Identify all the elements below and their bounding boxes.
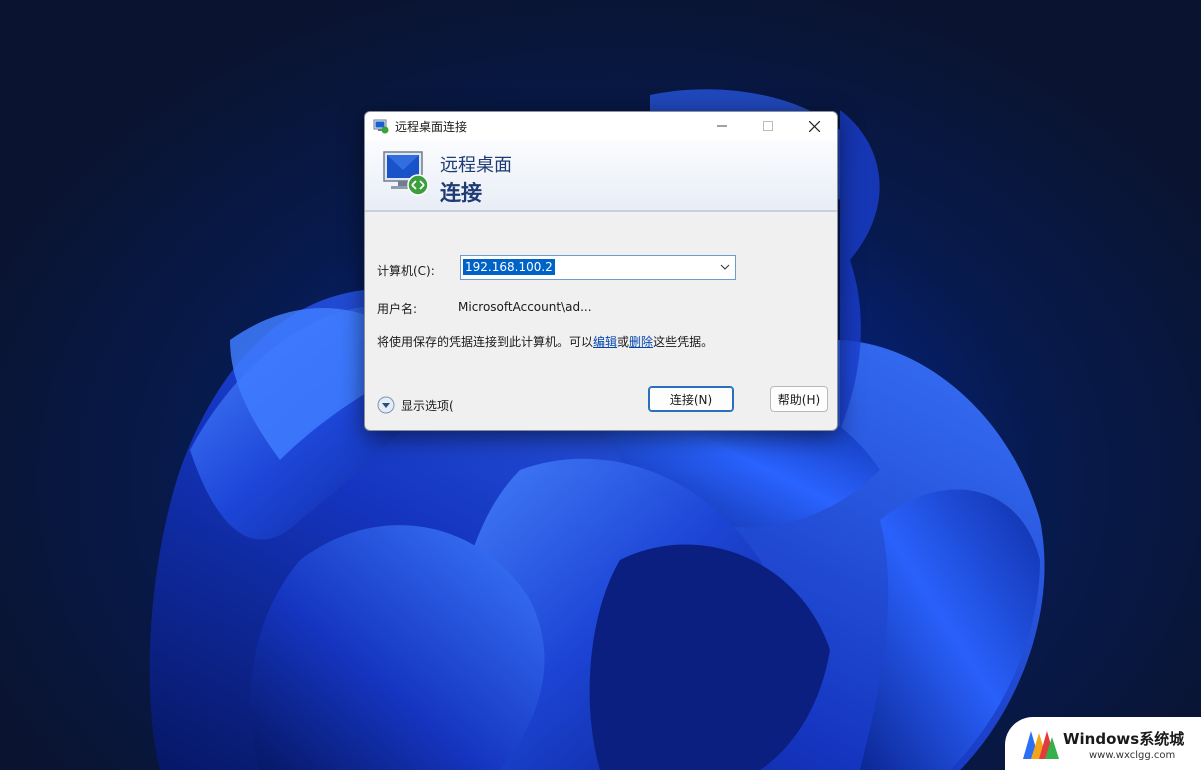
maximize-icon [763,121,773,131]
remote-desktop-dialog: 远程桌面连接 远程桌面 连接 计算机(C): 192.168.100.2 用户名… [364,111,838,431]
remote-desktop-monitor-icon [383,151,429,196]
remote-desktop-app-icon [373,119,389,134]
credentials-info-prefix: 将使用保存的凭据连接到此计算机。可以 [377,335,594,349]
site-watermark: Windows系统城 www.wxclgg.com [1005,717,1201,770]
dialog-banner: 远程桌面 连接 [365,140,837,212]
connect-button[interactable]: 连接(N) [648,386,734,412]
banner-title-line2: 连接 [440,181,482,205]
edit-credentials-link[interactable]: 编辑 [593,335,617,349]
show-options-label[interactable]: 显示选项( [401,397,454,414]
computer-combobox[interactable]: 192.168.100.2 [460,255,736,280]
close-icon [808,120,820,132]
help-button[interactable]: 帮助(H) [770,386,828,412]
chevron-down-icon[interactable] [719,261,731,273]
banner-title-line1: 远程桌面 [440,155,512,176]
window-title: 远程桌面连接 [395,120,468,134]
maximize-button[interactable] [745,112,791,140]
watermark-url: www.wxclgg.com [1089,750,1176,761]
computer-input-value[interactable]: 192.168.100.2 [463,259,555,275]
watermark-title: Windows系统城 [1063,730,1185,748]
desktop-background: 远程桌面连接 远程桌面 连接 计算机(C): 192.168.100.2 用户名… [0,0,1201,770]
minimize-icon [717,125,727,127]
username-label: 用户名: [377,302,418,316]
title-bar[interactable]: 远程桌面连接 [365,112,837,140]
close-button[interactable] [791,112,837,140]
credentials-or-text: 或 [617,335,630,349]
delete-credentials-link[interactable]: 删除 [629,335,653,349]
credentials-info: 将使用保存的凭据连接到此计算机。可以编辑或删除这些凭据。 [377,333,713,350]
expand-down-circle-icon [377,396,395,414]
show-options-toggle[interactable]: 显示选项( [377,396,454,414]
username-value: MicrosoftAccount\ad... [458,300,592,314]
minimize-button[interactable] [699,112,745,140]
credentials-info-suffix: 这些凭据。 [653,335,714,349]
windows-logo-icon [1023,731,1059,759]
computer-label: 计算机(C): [377,264,435,278]
